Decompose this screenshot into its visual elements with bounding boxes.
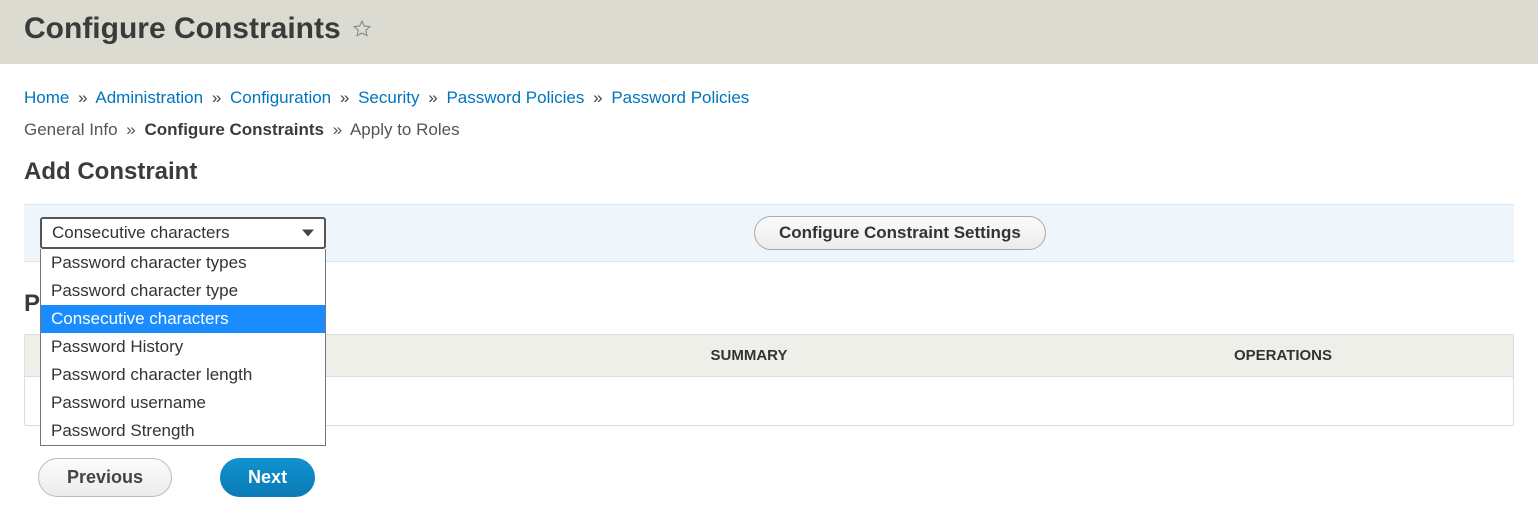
select-value: Consecutive characters [52, 223, 230, 242]
chevron-down-icon [302, 230, 314, 237]
constraint-selector-row: Consecutive characters Password characte… [24, 204, 1514, 262]
wizard-step: General Info [24, 120, 118, 139]
table-header: OPERATIONS [1053, 335, 1513, 376]
select-option-selected[interactable]: Consecutive characters [41, 305, 325, 333]
breadcrumb-link[interactable]: Password Policies [446, 88, 584, 107]
dropdown-list: Password character types Password charac… [40, 249, 326, 446]
select-option[interactable]: Password History [41, 333, 325, 361]
breadcrumb-sep: » [593, 88, 602, 107]
wizard-sep: » [126, 120, 135, 139]
wizard-step: Apply to Roles [350, 120, 460, 139]
page-title: Configure Constraints [24, 12, 341, 46]
breadcrumb-link[interactable]: Home [24, 88, 69, 107]
wizard-sep: » [333, 120, 342, 139]
constraint-type-select[interactable]: Consecutive characters Password characte… [40, 217, 326, 249]
next-button[interactable]: Next [220, 458, 315, 497]
select-option[interactable]: Password character type [41, 277, 325, 305]
breadcrumb-sep: » [78, 88, 87, 107]
previous-button[interactable]: Previous [38, 458, 172, 497]
breadcrumb-link[interactable]: Administration [95, 88, 203, 107]
wizard-step-current: Configure Constraints [145, 120, 324, 139]
configure-constraint-button[interactable]: Configure Constraint Settings [754, 216, 1046, 250]
breadcrumb-link[interactable]: Security [358, 88, 419, 107]
star-icon[interactable] [351, 18, 373, 40]
select-option[interactable]: Password Strength [41, 417, 325, 445]
breadcrumb: Home » Administration » Configuration » … [24, 88, 1514, 108]
breadcrumb-link[interactable]: Password Policies [611, 88, 749, 107]
breadcrumb-sep: » [212, 88, 221, 107]
select-option[interactable]: Password character types [41, 249, 325, 277]
wizard-nav-buttons: Previous Next [24, 458, 1514, 497]
breadcrumb-link[interactable]: Configuration [230, 88, 331, 107]
breadcrumb-sep: » [428, 88, 437, 107]
title-bar: Configure Constraints [0, 0, 1538, 64]
select-option[interactable]: Password character length [41, 361, 325, 389]
add-constraint-heading: Add Constraint [24, 158, 1514, 186]
wizard-steps: General Info » Configure Constraints » A… [24, 120, 1514, 140]
select-display[interactable]: Consecutive characters [40, 217, 326, 249]
select-option[interactable]: Password username [41, 389, 325, 417]
table-header: SUMMARY [445, 335, 1053, 376]
breadcrumb-sep: » [340, 88, 349, 107]
